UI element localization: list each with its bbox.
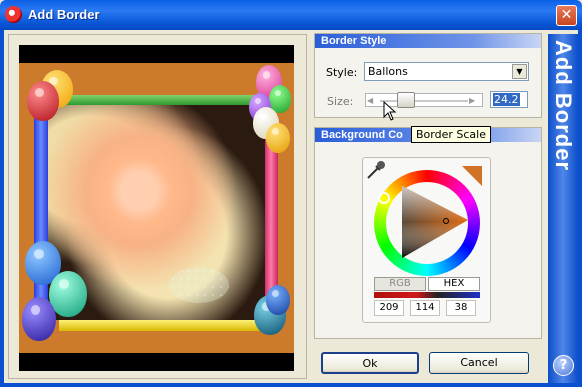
balloon (266, 285, 290, 315)
window-frame-bottom (0, 383, 582, 387)
dropdown-arrow-icon[interactable]: ▼ (512, 64, 527, 79)
window-frame-left (0, 30, 4, 387)
frame-bar-green (47, 95, 269, 105)
eyedropper-icon[interactable] (364, 158, 388, 182)
side-banner: Add Border (548, 34, 578, 383)
hex-mode-button[interactable]: HEX (428, 277, 480, 291)
red-value-field[interactable]: 209 (374, 300, 404, 316)
size-label: Size: (327, 95, 354, 108)
saturation-triangle[interactable] (396, 184, 470, 260)
frame-bar-blue (34, 115, 48, 320)
tooltip-border-scale: Border Scale (411, 126, 491, 143)
mouse-cursor-icon (383, 101, 397, 121)
size-input[interactable]: 24.2 (490, 91, 528, 108)
preview-image (19, 45, 294, 371)
selected-color-swatch (462, 166, 482, 186)
slider-right-arrow-icon[interactable]: ▶ (469, 96, 475, 105)
balloon (266, 123, 290, 153)
window-frame-right (578, 30, 582, 387)
blue-value-field[interactable]: 38 (446, 300, 476, 316)
slider-left-arrow-icon[interactable]: ◀ (367, 96, 373, 105)
balloon (27, 81, 59, 121)
rgb-mode-button[interactable]: RGB (374, 277, 426, 291)
close-icon[interactable]: ✕ (556, 5, 577, 26)
help-icon[interactable]: ? (553, 355, 574, 376)
frame-bar-yellow (59, 320, 269, 331)
size-value: 24.2 (493, 93, 520, 106)
style-value: Ballons (368, 65, 408, 78)
size-slider-thumb[interactable] (397, 92, 415, 108)
style-label: Style: (326, 66, 358, 79)
app-icon (5, 6, 22, 23)
babys-breath-flowers (169, 267, 229, 303)
border-style-heading: Border Style (315, 34, 541, 48)
balloon (22, 297, 56, 341)
style-dropdown[interactable]: Ballons ▼ (364, 62, 529, 81)
green-value-field[interactable]: 114 (410, 300, 440, 316)
ok-button[interactable]: Ok (321, 352, 419, 374)
hue-marker[interactable] (378, 192, 390, 204)
window-title: Add Border (28, 7, 100, 22)
color-preview-bar (374, 292, 480, 298)
banner-title: Add Border (551, 40, 576, 171)
cancel-button[interactable]: Cancel (429, 352, 529, 374)
